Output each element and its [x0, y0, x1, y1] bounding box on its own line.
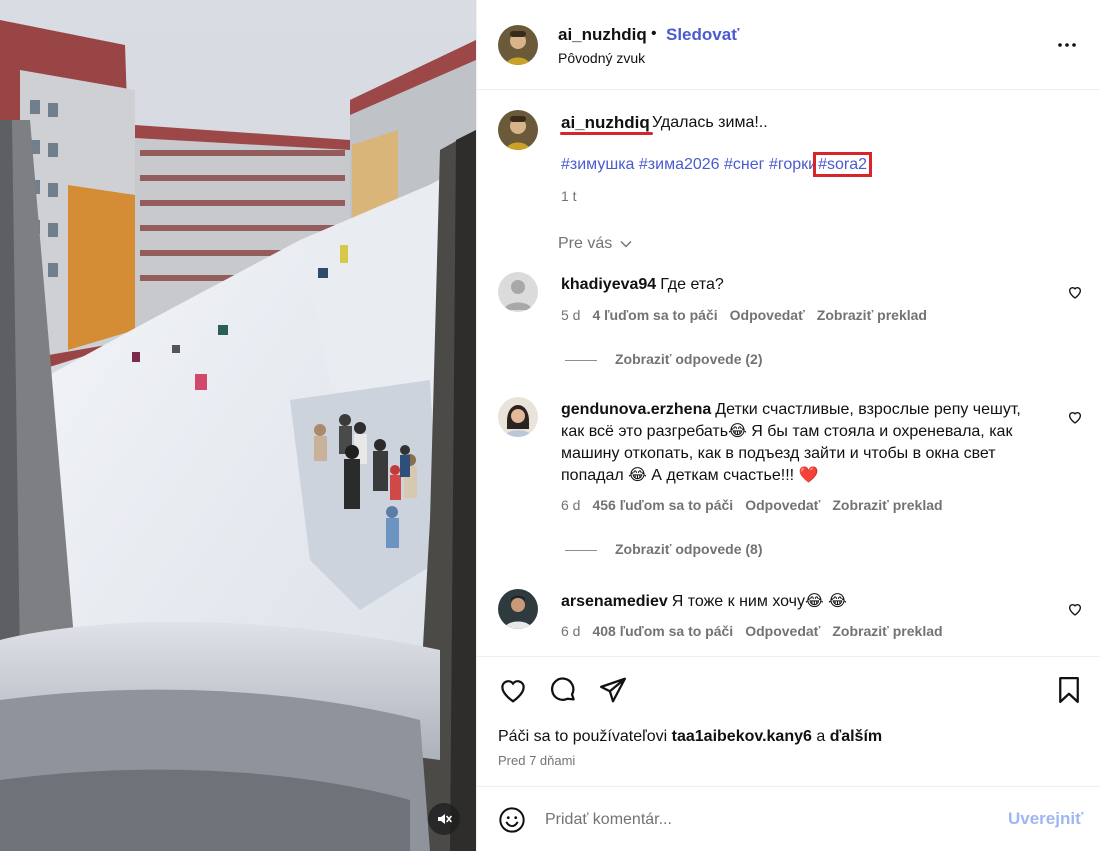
- replies-line: [565, 549, 597, 551]
- reply-button[interactable]: Odpovedať: [730, 307, 805, 323]
- add-comment-bar: Uverejniť: [477, 786, 1100, 851]
- share-icon[interactable]: [598, 675, 628, 705]
- author-avatar[interactable]: [498, 25, 538, 65]
- muted-speaker-icon: [438, 814, 452, 824]
- chevron-down-icon: [620, 240, 632, 248]
- view-replies-button[interactable]: Zobraziť odpovede (2): [565, 351, 763, 367]
- view-replies-label: Zobraziť odpovede (2): [615, 351, 763, 367]
- emoji-icon[interactable]: [498, 806, 526, 834]
- comment-text: Я тоже к ним хочу😂 😂: [671, 593, 847, 610]
- caption-text: Удалась зима!..: [652, 114, 768, 131]
- comment-heart-icon[interactable]: [1067, 601, 1083, 617]
- comment-sort-dropdown[interactable]: Pre vás: [558, 235, 633, 253]
- comment-meta: 5 d 4 ľuďom sa to páči Odpovedať Zobraziť p…: [561, 307, 939, 323]
- post-actions-section: Páči sa to používateľovi taa1aibekov.kan…: [477, 656, 1100, 786]
- reply-button[interactable]: Odpovedať: [745, 623, 820, 639]
- annotation-underline: [560, 132, 653, 135]
- heart-icon[interactable]: [498, 675, 528, 705]
- comment-heart-icon[interactable]: [1067, 284, 1083, 300]
- caption-username-link[interactable]: ai_nuzhdiq: [561, 113, 650, 133]
- bookmark-icon[interactable]: [1054, 675, 1084, 705]
- comment-timestamp[interactable]: 6 d: [561, 623, 580, 639]
- comment-meta: 6 d 456 ľuďom sa to páči Odpovedať Zobraziť…: [561, 497, 955, 513]
- comment-timestamp[interactable]: 6 d: [561, 497, 580, 513]
- comment-likes-count[interactable]: 4 ľuďom sa to páči: [592, 307, 717, 323]
- see-translation-button[interactable]: Zobraziť preklad: [832, 623, 942, 639]
- post-details-panel: ai_nuzhdiq • Sledovať Pôvodný zvuk ai_nu…: [476, 0, 1100, 851]
- caption-timestamp[interactable]: 1 t: [561, 188, 577, 204]
- reply-button[interactable]: Odpovedať: [745, 497, 820, 513]
- liked-by-others-link[interactable]: ďalším: [830, 728, 882, 745]
- see-translation-button[interactable]: Zobraziť preklad: [832, 497, 942, 513]
- audio-label-link[interactable]: Pôvodný zvuk: [558, 50, 645, 66]
- commenter-username-link[interactable]: arsenamediev: [561, 593, 668, 610]
- post-comment-button[interactable]: Uverejniť: [1008, 809, 1083, 829]
- comment-input[interactable]: [545, 805, 1005, 835]
- author-username-link[interactable]: ai_nuzhdiq: [558, 25, 647, 45]
- comment-timestamp[interactable]: 5 d: [561, 307, 580, 323]
- post-media[interactable]: [0, 0, 476, 851]
- post-date[interactable]: Pred 7 dňami: [498, 753, 575, 768]
- comment-sort-label: Pre vás: [558, 235, 613, 252]
- comment-meta: 6 d 408 ľuďom sa to páči Odpovedať Zobraziť…: [561, 623, 955, 639]
- hashtag-link[interactable]: #горки: [769, 156, 817, 173]
- replies-line: [565, 359, 597, 361]
- likes-prefix: Páči sa to používateľovi: [498, 728, 668, 745]
- hashtag-link-highlighted[interactable]: #sora2: [813, 152, 872, 177]
- commenter-avatar[interactable]: [498, 272, 538, 312]
- comment-icon[interactable]: [548, 675, 578, 705]
- comment-body: arsenamediev Я тоже к ним хочу😂 😂: [561, 591, 1031, 613]
- commenter-username-link[interactable]: khadiyeva94: [561, 276, 656, 293]
- comment-likes-count[interactable]: 456 ľuďom sa to páči: [592, 497, 733, 513]
- commenter-avatar[interactable]: [498, 589, 538, 629]
- post-header: ai_nuzhdiq • Sledovať Pôvodný zvuk: [477, 0, 1100, 90]
- likes-and: a: [816, 728, 826, 745]
- header-separator: •: [651, 25, 657, 42]
- video-frame-image: [0, 0, 476, 851]
- view-replies-label: Zobraziť odpovede (8): [615, 541, 763, 557]
- comment-likes-count[interactable]: 408 ľuďom sa to páči: [592, 623, 733, 639]
- comment-body: khadiyeva94 Где ета?: [561, 274, 1031, 296]
- follow-button[interactable]: Sledovať: [666, 25, 739, 45]
- hashtag-link[interactable]: #зимушка: [561, 156, 634, 173]
- see-translation-button[interactable]: Zobraziť preklad: [817, 307, 927, 323]
- more-icon[interactable]: [1055, 33, 1079, 57]
- caption-author-avatar[interactable]: [498, 110, 538, 150]
- mute-toggle-button[interactable]: [428, 803, 460, 835]
- likes-summary: Páči sa to používateľovi taa1aibekov.kan…: [498, 728, 882, 746]
- hashtag-link[interactable]: #снег: [724, 156, 764, 173]
- hashtag-link[interactable]: #зима2026: [639, 156, 720, 173]
- commenter-avatar[interactable]: [498, 397, 538, 437]
- comment-heart-icon[interactable]: [1067, 409, 1083, 425]
- liked-by-username-link[interactable]: taa1aibekov.kany6: [672, 728, 812, 745]
- comment-body: gendunova.erzhena Детки счастливые, взрос…: [561, 399, 1031, 487]
- caption-hashtags: #зимушка #зима2026 #снег #горки#sora2: [561, 152, 872, 177]
- commenter-username-link[interactable]: gendunova.erzhena: [561, 401, 711, 418]
- comment-text: Где ета?: [660, 276, 724, 293]
- view-replies-button[interactable]: Zobraziť odpovede (8): [565, 541, 763, 557]
- comments-scroll-area[interactable]: ai_nuzhdiq Удалась зима!.. #зимушка #зим…: [477, 91, 1100, 656]
